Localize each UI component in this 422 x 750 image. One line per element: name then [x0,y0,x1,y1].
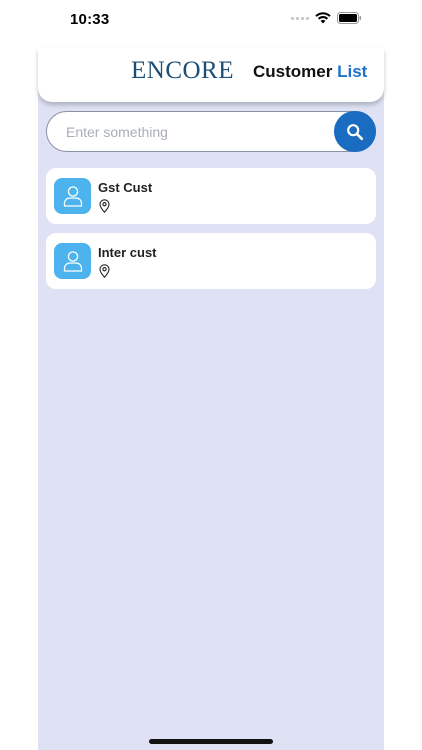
wifi-icon [315,12,331,24]
customer-list-screen: 10:33 ENCORE Customer List Enter somethi… [0,0,422,750]
page-title-main: Customer [253,62,333,81]
brand-logo: ENCORE [131,57,234,84]
search-bar [46,111,376,152]
location-pin-icon [99,199,110,213]
customer-name: Gst Cust [98,180,153,195]
app-header: ENCORE Customer List [38,48,384,102]
page-title: Customer List [253,62,367,82]
user-icon [63,251,82,272]
customer-card[interactable]: Gst Cust [46,168,376,224]
user-icon [63,186,82,207]
customer-avatar [54,178,91,214]
search-input[interactable] [66,120,326,144]
signal-icon [291,16,309,20]
status-icons [291,12,362,24]
status-bar: 10:33 [0,0,422,40]
status-time: 10:33 [70,11,110,28]
content-panel [38,48,384,750]
battery-icon [337,12,362,24]
customer-name: Inter cust [98,245,157,260]
search-icon [347,123,364,140]
page-title-accent: List [337,62,368,81]
search-button[interactable] [334,111,376,152]
customer-card[interactable]: Inter cust [46,233,376,289]
home-indicator [149,739,273,744]
location-pin-icon [99,264,110,278]
customer-avatar [54,243,91,279]
